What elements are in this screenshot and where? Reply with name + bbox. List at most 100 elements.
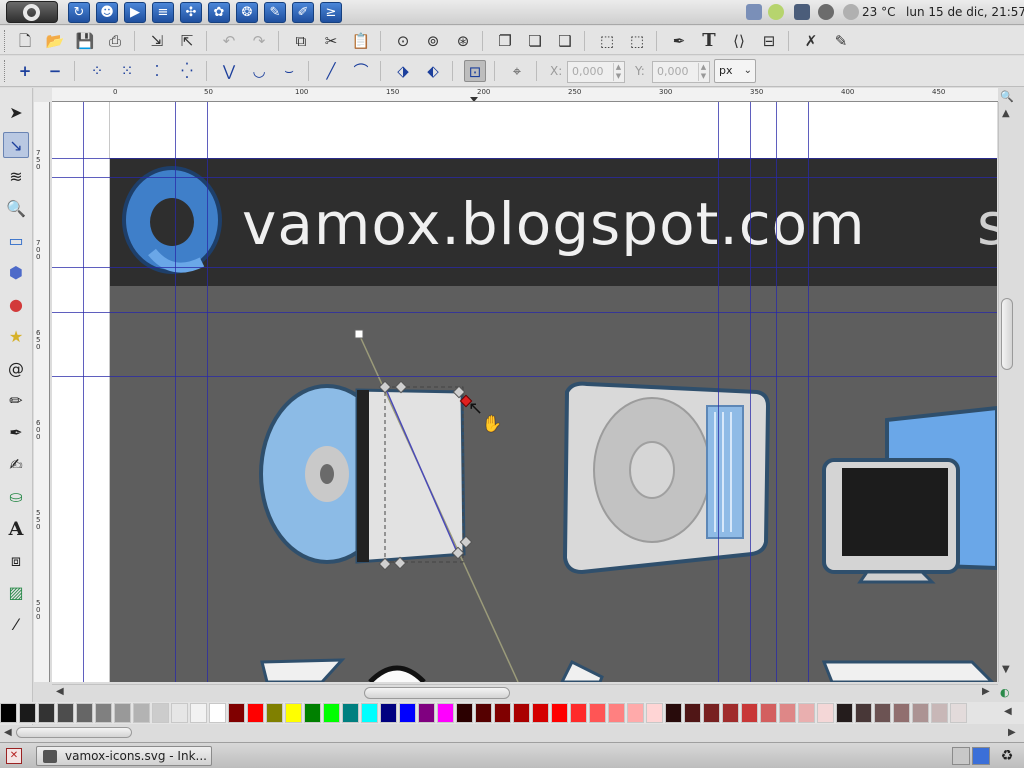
duplicate-icon[interactable]: ❐: [494, 30, 516, 52]
color-swatch[interactable]: [665, 703, 682, 723]
guide-line[interactable]: [52, 158, 997, 159]
palette-scrollbar[interactable]: ◀ ▶: [0, 725, 1024, 741]
color-swatch[interactable]: [532, 703, 549, 723]
color-swatch[interactable]: [399, 703, 416, 723]
delete-segment-icon[interactable]: ⁛: [176, 60, 198, 82]
zoom-tool-icon[interactable]: 🔍: [3, 196, 29, 222]
group-icon[interactable]: ⬚: [596, 30, 618, 52]
color-swatch[interactable]: [228, 703, 245, 723]
cusp-node-icon[interactable]: ⋁: [218, 60, 240, 82]
horizontal-ruler[interactable]: 0 50 100 150 200 250 300 350 400 450: [52, 88, 998, 102]
volume-tray-icon[interactable]: [818, 4, 834, 20]
color-swatch[interactable]: [627, 703, 644, 723]
rectangle-tool-icon[interactable]: ▭: [3, 228, 29, 254]
vertical-ruler[interactable]: 750 700 650 600 550 500: [34, 102, 50, 682]
color-swatch[interactable]: [893, 703, 910, 723]
color-swatch[interactable]: [589, 703, 606, 723]
color-swatch[interactable]: [209, 703, 226, 723]
star-tool-icon[interactable]: ★: [3, 324, 29, 350]
toolbar-grip[interactable]: [4, 30, 7, 52]
scroll-up-icon[interactable]: ▲: [1002, 108, 1010, 119]
color-swatch[interactable]: [361, 703, 378, 723]
partial-icon[interactable]: [821, 660, 995, 682]
color-swatch[interactable]: [456, 703, 473, 723]
redo-icon[interactable]: ↷: [248, 30, 270, 52]
scroll-left-icon[interactable]: ◀: [56, 686, 64, 697]
tweak-tool-icon[interactable]: ≋: [3, 164, 29, 190]
ungroup-icon[interactable]: ⬚: [626, 30, 648, 52]
document-properties-icon[interactable]: ✎: [830, 30, 852, 52]
break-path-icon[interactable]: ⁙: [116, 60, 138, 82]
partial-icon[interactable]: [368, 665, 426, 682]
scroll-down-icon[interactable]: ▼: [1002, 664, 1010, 675]
delete-node-icon[interactable]: −: [44, 60, 66, 82]
terminal-launcher-icon[interactable]: ≥: [320, 2, 342, 23]
color-swatch[interactable]: [513, 703, 530, 723]
guide-line[interactable]: [52, 376, 997, 377]
palette-scroll-thumb[interactable]: [16, 727, 132, 738]
copy-icon[interactable]: ⧉: [290, 30, 312, 52]
color-swatch[interactable]: [342, 703, 359, 723]
gradient-tool-icon[interactable]: ▨: [3, 580, 29, 606]
color-swatch[interactable]: [570, 703, 587, 723]
color-swatch[interactable]: [741, 703, 758, 723]
color-swatch[interactable]: [703, 703, 720, 723]
color-swatch[interactable]: [171, 703, 188, 723]
monitor-icon[interactable]: [822, 405, 997, 584]
text-font-icon[interactable]: T: [698, 30, 720, 52]
color-swatch[interactable]: [323, 703, 340, 723]
color-swatch[interactable]: [19, 703, 36, 723]
unit-select[interactable]: px ⌄: [714, 59, 756, 83]
workspace-2-button[interactable]: [972, 747, 990, 765]
color-swatch[interactable]: [931, 703, 948, 723]
show-desktop-icon[interactable]: ✕: [6, 748, 22, 764]
bezier-handle[interactable]: [354, 329, 364, 339]
guide-line[interactable]: [776, 102, 777, 682]
node-tool-icon[interactable]: ↘: [3, 132, 29, 158]
cut-icon[interactable]: ✂: [320, 30, 342, 52]
paste-icon[interactable]: 📋: [350, 30, 372, 52]
preferences-icon[interactable]: ✗: [800, 30, 822, 52]
clone-icon[interactable]: ❏: [524, 30, 546, 52]
finder-launcher-icon[interactable]: ☻: [96, 2, 118, 23]
color-swatch[interactable]: [190, 703, 207, 723]
dropper-tool-icon[interactable]: ⁄: [3, 612, 29, 638]
x-spin-icon[interactable]: ▲ ▼: [613, 63, 623, 81]
color-swatch[interactable]: [608, 703, 625, 723]
color-swatch[interactable]: [76, 703, 93, 723]
join-nodes-icon[interactable]: ⁘: [86, 60, 108, 82]
guide-line[interactable]: [52, 312, 997, 313]
spiral-tool-icon[interactable]: @: [3, 356, 29, 382]
hard-drive-icon[interactable]: [562, 381, 771, 575]
color-swatch[interactable]: [855, 703, 872, 723]
export-icon[interactable]: ⇱: [176, 30, 198, 52]
y-spin-icon[interactable]: ▲ ▼: [698, 63, 708, 81]
color-swatch[interactable]: [133, 703, 150, 723]
zoom-drawing-icon[interactable]: ⊚: [422, 30, 444, 52]
print-icon[interactable]: ⎙: [104, 30, 126, 52]
object-to-path-icon[interactable]: ⬗: [392, 60, 414, 82]
segment-line-icon[interactable]: ╱: [320, 60, 342, 82]
toolbar-grip[interactable]: [4, 60, 7, 82]
guide-line[interactable]: [808, 102, 809, 682]
workspace-1-button[interactable]: [952, 747, 970, 765]
color-swatch[interactable]: [0, 703, 17, 723]
show-handles-icon[interactable]: ⊡: [464, 60, 486, 82]
color-swatch[interactable]: [418, 703, 435, 723]
text-tool-icon[interactable]: A: [3, 516, 29, 542]
scroll-right-icon[interactable]: ▶: [982, 686, 990, 697]
color-manage-icon[interactable]: ◐: [1000, 686, 1010, 699]
taskbar-window-button[interactable]: vamox-icons.svg - Ink...: [36, 746, 212, 766]
palette-menu-icon[interactable]: ◀: [1004, 706, 1012, 717]
color-swatch[interactable]: [114, 703, 131, 723]
update-tray-icon[interactable]: [768, 4, 784, 20]
paint-bucket-tool-icon[interactable]: ⛀: [3, 484, 29, 510]
color-swatch[interactable]: [266, 703, 283, 723]
vertical-scroll-thumb[interactable]: [1001, 298, 1013, 370]
color-swatch[interactable]: [247, 703, 264, 723]
zoom-selection-icon[interactable]: ⊙: [392, 30, 414, 52]
guide-line[interactable]: [52, 177, 997, 178]
color-swatch[interactable]: [57, 703, 74, 723]
color-swatch[interactable]: [38, 703, 55, 723]
color-swatch[interactable]: [285, 703, 302, 723]
